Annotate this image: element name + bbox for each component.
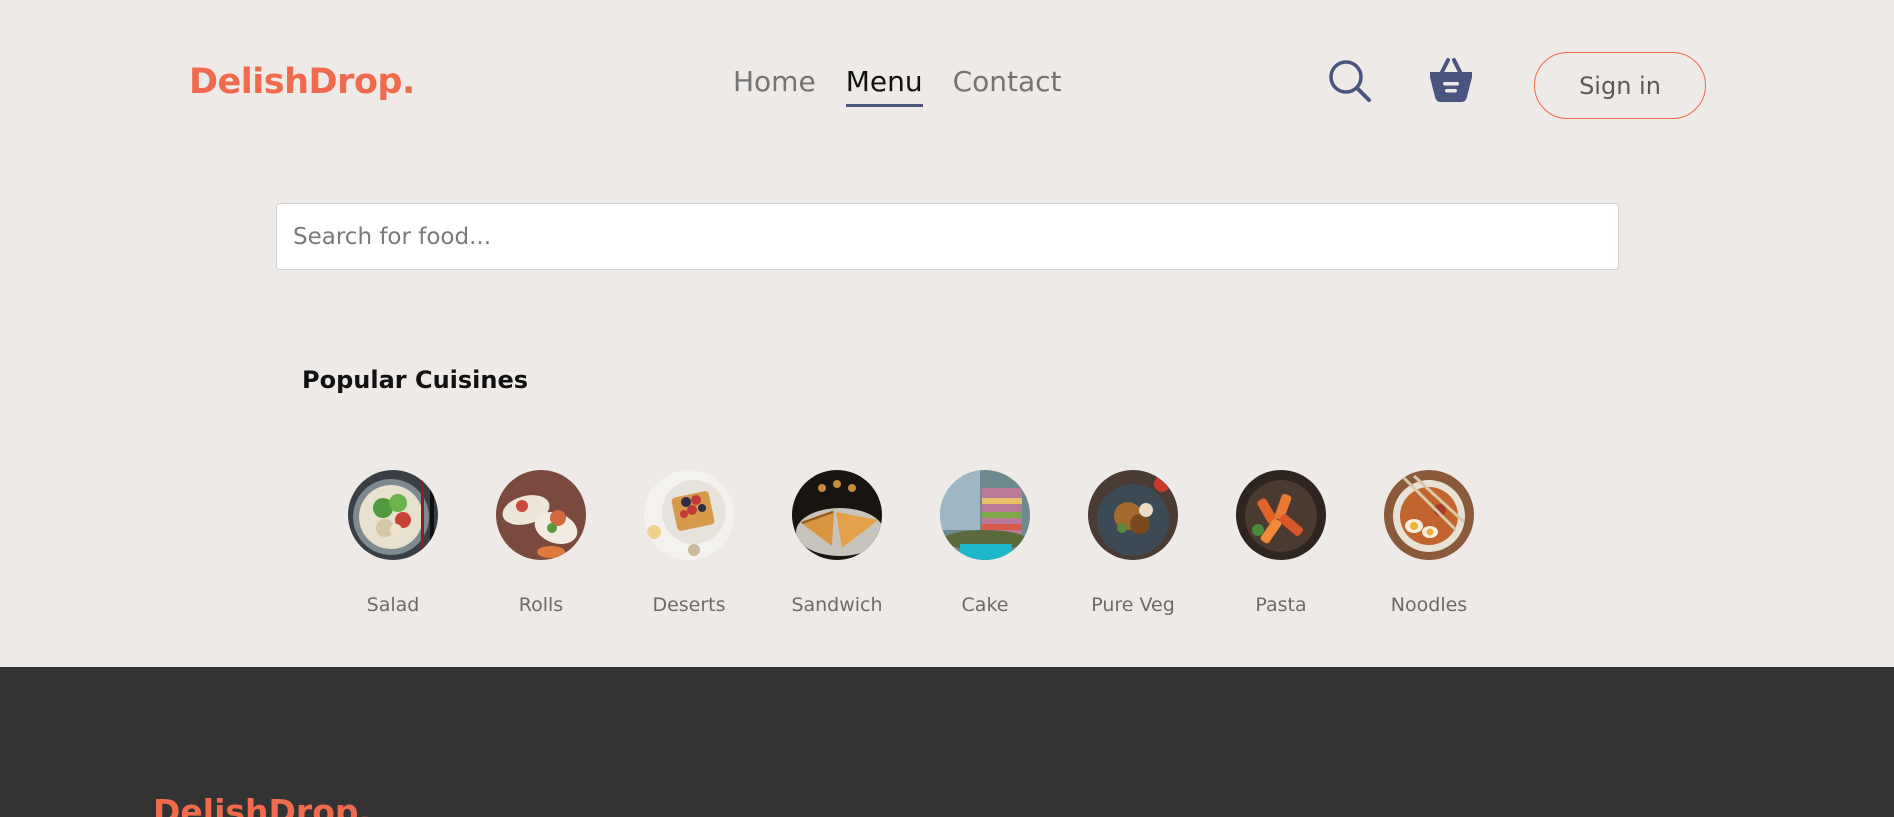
- cuisine-label: Sandwich: [791, 594, 883, 616]
- cuisine-item-deserts[interactable]: Deserts: [604, 470, 774, 616]
- navbar: DelishDrop. Home Menu Contact Sign in: [0, 0, 1894, 170]
- nav-item-contact[interactable]: Contact: [953, 65, 1062, 107]
- cuisine-label: Noodles: [1390, 594, 1468, 616]
- cuisine-item-pure-veg[interactable]: Pure Veg: [1048, 470, 1218, 616]
- nav-item-home[interactable]: Home: [733, 65, 816, 107]
- cuisine-label: Pasta: [1255, 594, 1307, 616]
- cuisine-item-pasta[interactable]: Pasta: [1196, 470, 1366, 616]
- brand-logo[interactable]: DelishDrop.: [189, 62, 415, 102]
- noodles-image: [1384, 470, 1474, 560]
- sandwich-image: [792, 470, 882, 560]
- footer-logo: DelishDrop.: [153, 792, 372, 817]
- cuisine-item-noodles[interactable]: Noodles: [1344, 470, 1514, 616]
- nav-links: Home Menu Contact: [733, 65, 1062, 108]
- footer: DelishDrop.: [0, 667, 1894, 817]
- cuisine-item-salad[interactable]: Salad: [308, 470, 478, 616]
- cuisine-item-sandwich[interactable]: Sandwich: [752, 470, 922, 616]
- cuisine-item-rolls[interactable]: Rolls: [456, 470, 626, 616]
- search-input[interactable]: [276, 203, 1619, 270]
- rolls-image: [496, 470, 586, 560]
- salad-image: [348, 470, 438, 560]
- cake-image: [940, 470, 1030, 560]
- cuisine-label: Salad: [366, 594, 420, 616]
- cuisine-list: Salad Rolls Deserts Sandwich Cake Pure V…: [308, 470, 1588, 616]
- pure-veg-image: [1088, 470, 1178, 560]
- cuisine-label: Pure Veg: [1091, 594, 1175, 616]
- cuisine-label: Cake: [961, 594, 1009, 616]
- sign-in-button[interactable]: Sign in: [1534, 52, 1706, 119]
- nav-item-menu[interactable]: Menu: [845, 65, 923, 108]
- section-title: Popular Cuisines: [302, 366, 529, 394]
- cuisine-label: Rolls: [518, 594, 564, 616]
- deserts-image: [644, 470, 734, 560]
- search-icon[interactable]: [1328, 59, 1372, 103]
- cuisine-item-cake[interactable]: Cake: [900, 470, 1070, 616]
- pasta-image: [1236, 470, 1326, 560]
- cuisine-label: Deserts: [652, 594, 726, 616]
- basket-icon[interactable]: [1428, 55, 1474, 105]
